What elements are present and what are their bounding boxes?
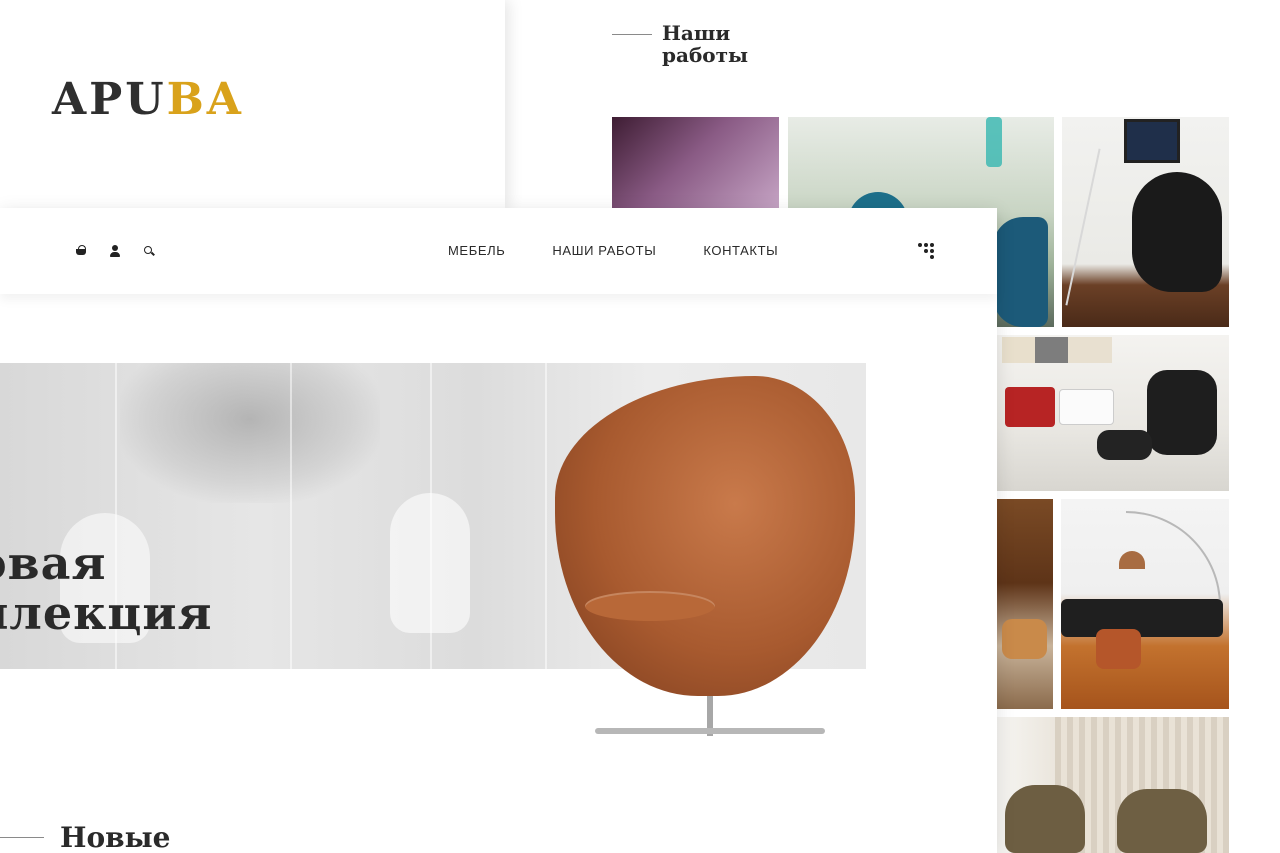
egg-chair-image xyxy=(555,376,855,756)
logo-card: APUBA xyxy=(0,0,505,210)
pouf-shape xyxy=(1117,789,1207,853)
chair-shape xyxy=(1002,619,1047,659)
wall-art-shape xyxy=(1002,337,1112,363)
lamp-shape xyxy=(986,117,1002,167)
basket-icon[interactable] xyxy=(74,244,88,258)
gallery-image-poufs[interactable] xyxy=(997,717,1229,853)
navbar: Мебель Наши работы Контакты xyxy=(0,208,997,294)
sofa-shape xyxy=(1061,599,1223,637)
logo[interactable]: APUBA xyxy=(52,74,244,125)
chair-shape xyxy=(1096,629,1141,669)
logo-part1: APU xyxy=(52,74,167,125)
hero-title: овая ллекция xyxy=(0,538,376,638)
works-title-line2: работы xyxy=(662,43,749,67)
user-icon[interactable] xyxy=(108,244,122,258)
hero-title-line2: ллекция xyxy=(0,586,213,640)
ottoman-shape xyxy=(1097,430,1152,460)
nav-item-furniture[interactable]: Мебель xyxy=(448,243,505,258)
nav-item-our-works[interactable]: Наши работы xyxy=(552,243,656,258)
gallery-image-lounge-room[interactable] xyxy=(997,335,1229,491)
gallery-image-wood-cabinet[interactable] xyxy=(997,499,1053,709)
search-icon[interactable] xyxy=(142,244,156,258)
pouf-shape xyxy=(1005,785,1085,853)
egg-chair-base xyxy=(595,728,825,734)
chair-shape xyxy=(1059,389,1114,425)
lamp-shape xyxy=(1065,148,1101,306)
chair-shape xyxy=(1005,387,1055,427)
window-frame xyxy=(545,363,547,669)
wall-art-shape xyxy=(1124,119,1180,163)
nav-menu: Мебель Наши работы Контакты xyxy=(448,243,778,258)
nav-icons xyxy=(74,244,156,258)
tree-silhouette xyxy=(120,363,380,503)
chair-shape xyxy=(993,217,1048,327)
egg-chair-seat xyxy=(585,591,715,621)
chair-shape xyxy=(390,493,470,633)
main-card: Мебель Наши работы Контакты овая ллекция… xyxy=(0,208,997,853)
dots-menu-icon[interactable] xyxy=(918,241,938,261)
hero-title-line1: овая xyxy=(0,536,107,590)
chair-shape xyxy=(1147,370,1217,455)
works-title-line1: Наши xyxy=(662,21,731,45)
title-divider xyxy=(612,34,652,35)
gallery-image-sofa-room[interactable] xyxy=(1061,499,1229,709)
egg-chair-body xyxy=(555,376,855,696)
gallery-image-black-egg-chair[interactable] xyxy=(1062,117,1229,327)
title-divider xyxy=(0,837,44,838)
gallery-image-purple-room[interactable] xyxy=(612,117,779,217)
nav-item-contacts[interactable]: Контакты xyxy=(703,243,778,258)
new-section-label: Новые xyxy=(60,821,171,853)
logo-part2: BA xyxy=(166,74,244,125)
chair-shape xyxy=(1132,172,1222,292)
